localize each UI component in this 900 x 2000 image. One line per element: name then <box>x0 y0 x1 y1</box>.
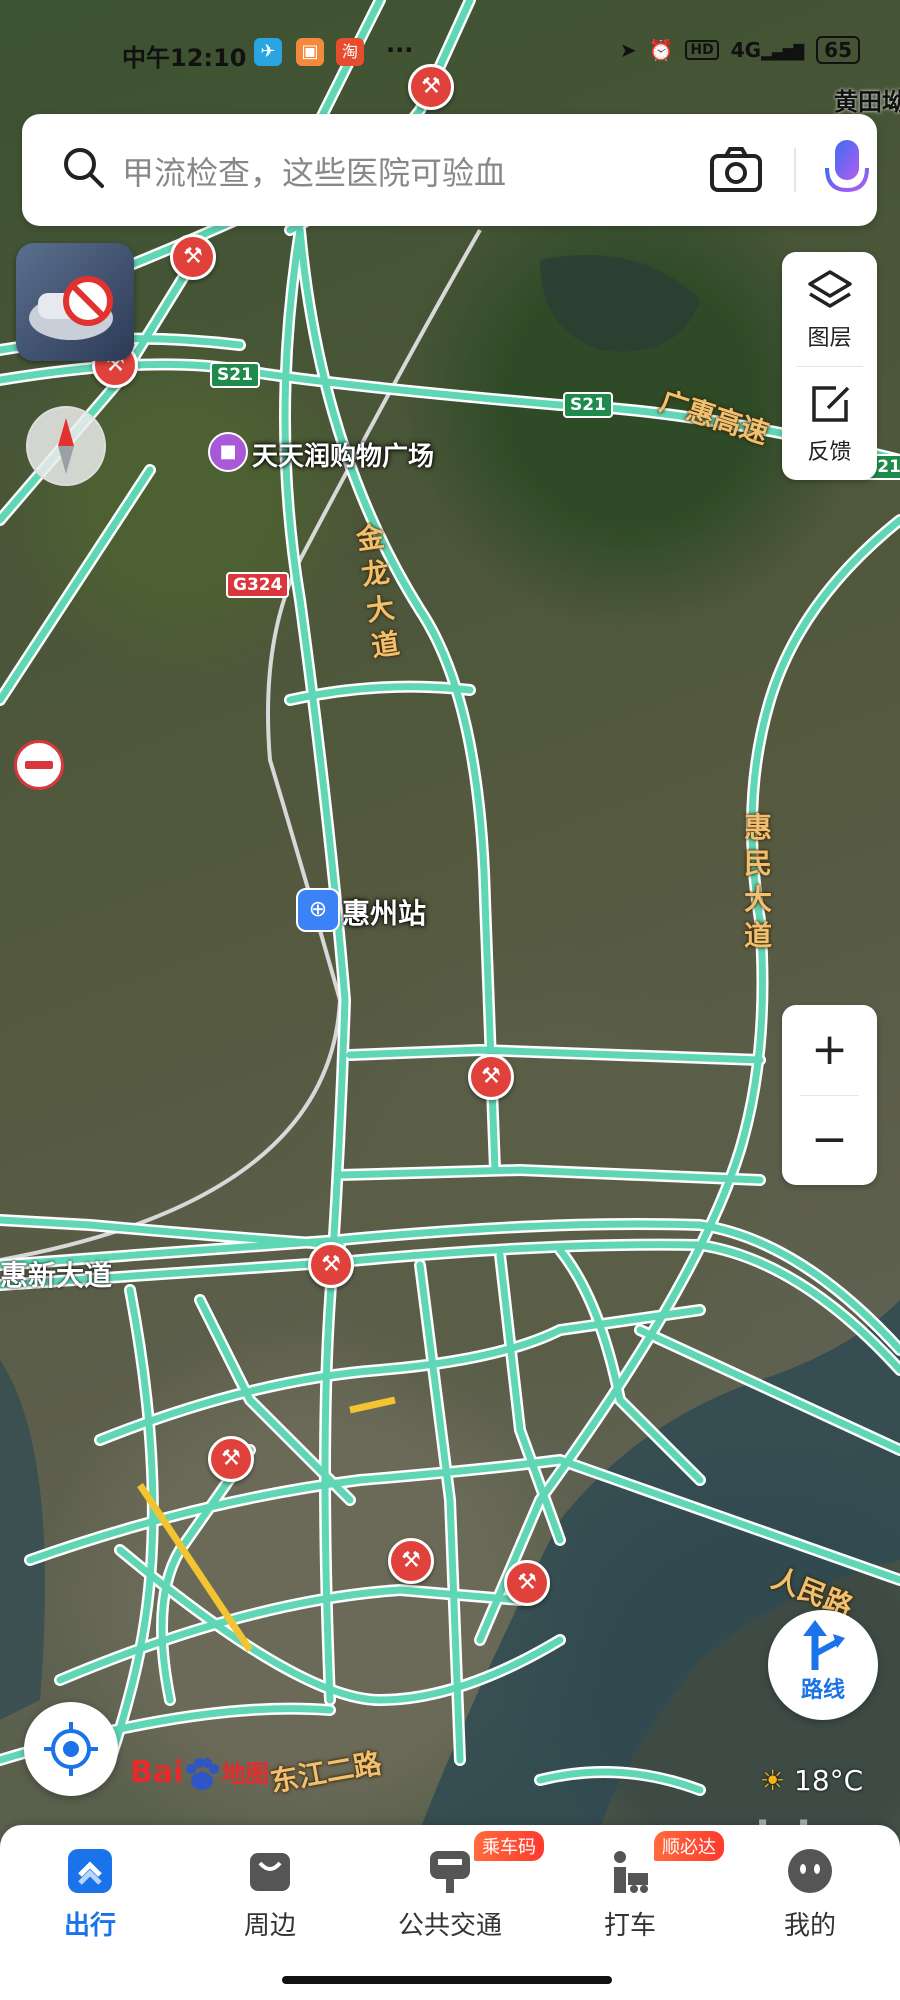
road-label-huimin: 惠民大道 <box>743 811 772 952</box>
feedback-label: 反馈 <box>807 440 852 465</box>
tab-taxi[interactable]: 顺必达 打车 <box>560 1831 724 1955</box>
taxi-icon: 顺必达 <box>604 1831 724 1897</box>
car-restriction-icon <box>29 276 113 340</box>
baidu-map-logo: Bai 地图 <box>130 1755 270 1790</box>
sun-cloud-icon: ☀ <box>760 1764 786 1797</box>
zoom-control: + − <box>782 1005 877 1185</box>
locate-icon <box>44 1722 98 1776</box>
delivery-badge: 顺必达 <box>654 1831 724 1861</box>
layers-label: 图层 <box>807 326 852 351</box>
battery-icon: 65 <box>816 36 860 64</box>
tab-label: 我的 <box>783 1911 836 1941</box>
microphone-icon[interactable] <box>817 136 877 204</box>
traffic-restriction-widget[interactable] <box>16 243 134 361</box>
camera-icon[interactable] <box>706 140 766 200</box>
shopping-bag-icon[interactable]: ■ <box>208 432 248 472</box>
map-view[interactable]: S21 S21 G324 S21 金龙大道 惠民大道 广惠高速 惠新大道 人民路… <box>0 0 900 2000</box>
search-divider <box>794 148 796 192</box>
edit-icon <box>811 386 849 422</box>
tab-public-transit[interactable]: 乘车码 公共交通 <box>380 1831 544 1955</box>
route-arrow-icon <box>803 1620 845 1670</box>
road-label-huixin: 惠新大道 <box>0 1259 113 1292</box>
zoom-out-button[interactable]: − <box>782 1095 877 1185</box>
temperature: 18°C <box>794 1764 864 1797</box>
tab-label: 公共交通 <box>397 1911 502 1941</box>
search-icon[interactable] <box>60 144 108 192</box>
poi-label-mall[interactable]: 天天润购物广场 <box>252 436 434 473</box>
signal-icon: 4G▂▄▆█ <box>730 38 805 62</box>
layers-button[interactable]: 图层 <box>782 252 877 366</box>
taobao-icon: 淘 <box>336 38 364 66</box>
tab-label: 周边 <box>243 1911 296 1941</box>
feedback-button[interactable]: 反馈 <box>782 366 877 480</box>
location-icon: ➤ <box>619 38 637 62</box>
train-station-icon[interactable]: ⊕ <box>296 888 340 932</box>
construction-icon[interactable]: ⚒ <box>208 1436 254 1482</box>
home-indicator[interactable] <box>282 1976 612 1984</box>
route-label: 路线 <box>800 1678 845 1703</box>
construction-icon[interactable]: ⚒ <box>468 1054 514 1100</box>
weather-widget[interactable]: ☀ 18°C <box>760 1764 863 1797</box>
bus-stop-icon: 乘车码 <box>424 1831 544 1897</box>
poi-label-station[interactable]: 惠州站 <box>342 892 426 932</box>
hd-icon: HD <box>685 40 719 60</box>
zoom-in-button[interactable]: + <box>782 1005 877 1095</box>
construction-icon[interactable]: ⚒ <box>308 1242 354 1288</box>
construction-icon[interactable]: ⚒ <box>170 234 216 280</box>
construction-icon[interactable]: ⚒ <box>388 1538 434 1584</box>
alarm-icon: ⏰ <box>648 38 674 62</box>
no-entry-icon[interactable] <box>14 740 64 790</box>
tab-label: 打车 <box>603 1911 656 1941</box>
route-button[interactable]: 路线 <box>768 1610 878 1720</box>
layers-icon <box>807 270 852 308</box>
search-bar[interactable]: 甲流检查，这些医院可验血 <box>22 114 877 226</box>
more-notifications-icon: ··· <box>386 36 414 64</box>
map-tools-panel: 图层 反馈 <box>782 252 877 480</box>
shopping-bag-icon <box>244 1845 296 1897</box>
travel-icon <box>64 1845 116 1897</box>
route-shield-s21: S21 <box>563 392 613 418</box>
tab-label: 出行 <box>63 1911 116 1941</box>
search-input[interactable]: 甲流检查，这些医院可验血 <box>122 148 506 194</box>
compass-icon <box>58 418 74 474</box>
area-label-huangtian: 黄田坳 <box>834 88 900 116</box>
tab-travel[interactable]: 出行 <box>20 1845 160 1955</box>
road-network <box>0 0 900 1830</box>
tab-me[interactable]: 我的 <box>740 1845 880 1955</box>
tab-nearby[interactable]: 周边 <box>200 1845 340 1955</box>
bottom-tab-bar: 出行 周边 乘车码 公共交通 顺必达 打车 我的 <box>0 1825 900 2000</box>
ride-code-badge: 乘车码 <box>474 1831 544 1861</box>
construction-icon[interactable]: ⚒ <box>504 1560 550 1606</box>
route-shield-s21: S21 <box>210 362 260 388</box>
telegram-icon: ✈ <box>254 38 282 66</box>
status-bar: 中午12:10 ✈ ▣ 淘 ··· ➤ ⏰ HD 4G▂▄▆█ 65 <box>0 30 900 80</box>
taobao-shop-icon: ▣ <box>296 38 324 66</box>
status-time: 中午12:10 <box>122 44 247 72</box>
profile-icon <box>784 1845 836 1897</box>
compass-button[interactable] <box>26 406 106 486</box>
status-icons: ➤ ⏰ HD 4G▂▄▆█ 65 <box>620 36 860 64</box>
baidu-paw-icon <box>186 1757 220 1790</box>
locate-me-button[interactable] <box>24 1702 118 1796</box>
route-shield-g324: G324 <box>226 572 290 598</box>
